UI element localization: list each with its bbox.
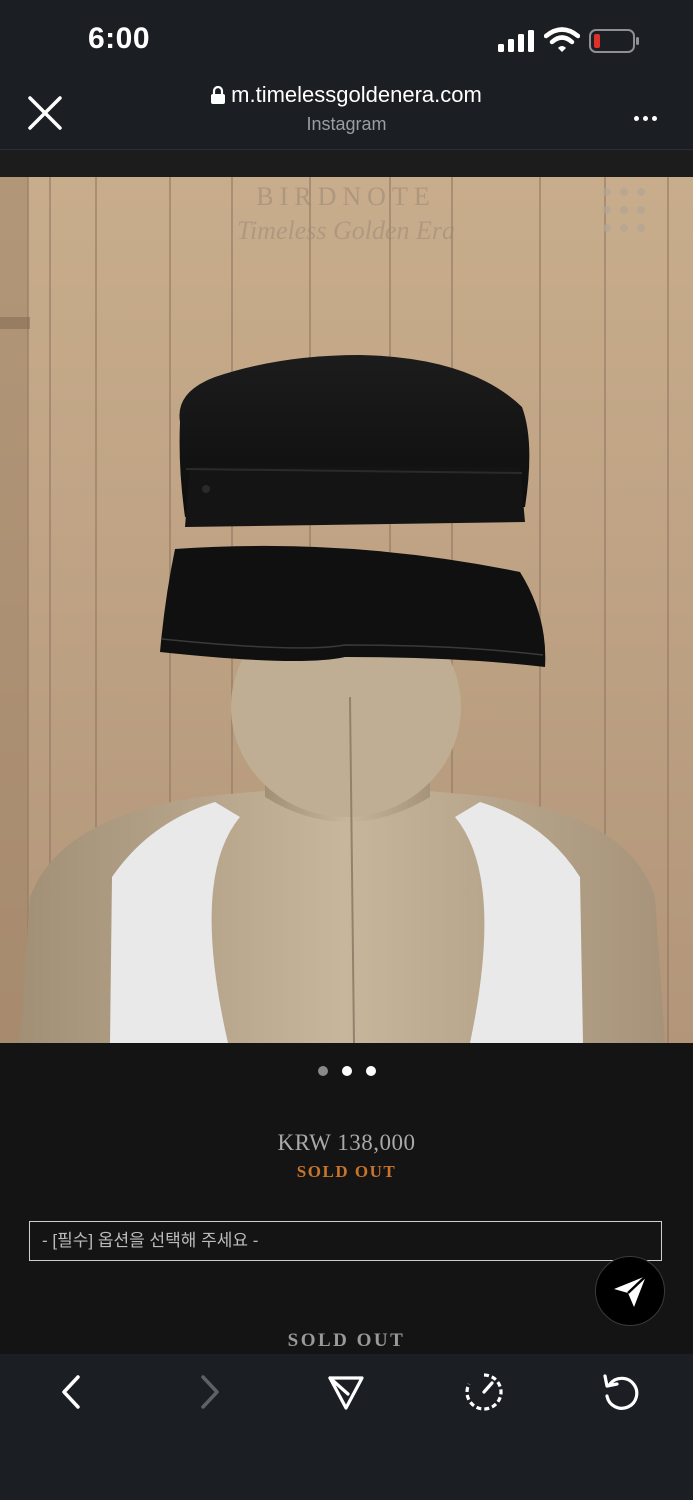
cellular-signal-icon [498,30,534,52]
paper-plane-icon [614,1275,647,1307]
status-bar: 6:00 [0,0,693,80]
carousel-dot-3[interactable] [365,1066,376,1076]
address-area[interactable]: m.timelessgoldenera.com Instagram [120,80,573,135]
reload-icon[interactable] [601,1372,641,1412]
option-select[interactable]: - [필수] 옵션을 선택해 주세요 - [29,1221,662,1261]
source-app-label: Instagram [306,114,387,134]
url-row[interactable]: m.timelessgoldenera.com [120,82,573,108]
product-photo[interactable]: BIRDNOTE Timeless Golden Era [0,177,693,1043]
browser-toolbar [0,1354,693,1500]
carousel-dots [0,1063,693,1081]
share-fab[interactable] [595,1256,665,1326]
carousel-dot-2[interactable] [341,1066,352,1076]
wifi-icon [544,27,580,52]
lock-icon [211,86,226,104]
battery-icon [589,29,639,53]
gauge-icon[interactable] [464,1372,504,1412]
watermark-script: Timeless Golden Era [237,216,455,245]
send-icon[interactable] [326,1372,366,1412]
watermark-dots [603,188,645,232]
close-icon[interactable] [26,94,64,132]
sold-out-button[interactable]: SOLD OUT [0,1330,693,1352]
watermark-title: BIRDNOTE [256,182,435,211]
chevron-right-icon[interactable] [189,1372,229,1412]
carousel-dot-1[interactable] [317,1066,328,1076]
more-icon[interactable] [634,108,664,121]
browser-header: m.timelessgoldenera.com Instagram [0,80,693,150]
top-band [0,150,693,177]
chevron-left-icon[interactable] [52,1372,92,1412]
product-price: KRW 138,000 [277,1130,416,1155]
sold-out-label: SOLD OUT [296,1162,397,1181]
url-text: m.timelessgoldenera.com [231,82,482,107]
status-time: 6:00 [88,22,151,55]
